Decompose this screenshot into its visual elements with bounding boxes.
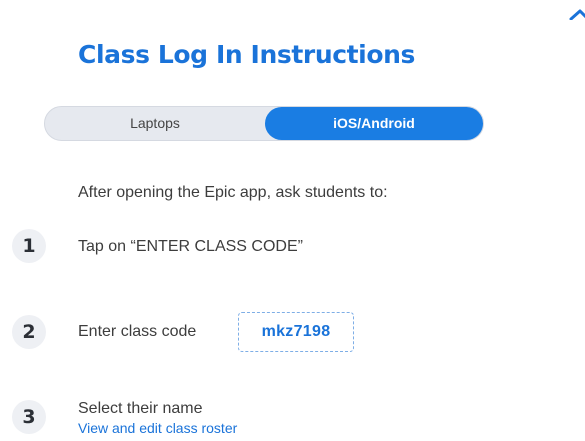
- step-text-1: Tap on “ENTER CLASS CODE”: [78, 238, 303, 255]
- tab-ios-android[interactable]: iOS/Android: [265, 107, 483, 140]
- step-number-3: 3: [12, 400, 46, 434]
- class-code-box[interactable]: mkz7198: [238, 312, 354, 352]
- chevron-up-icon[interactable]: [568, 6, 585, 20]
- step-number-1: 1: [12, 229, 46, 263]
- page-title: Class Log In Instructions: [78, 40, 416, 69]
- step-number-2: 2: [12, 315, 46, 349]
- step-text-3: Select their name: [78, 400, 203, 417]
- instructions-intro: After opening the Epic app, ask students…: [78, 184, 388, 201]
- step-text-2: Enter class code: [78, 323, 197, 340]
- device-toggle: Laptops iOS/Android: [44, 106, 484, 141]
- tab-laptops[interactable]: Laptops: [45, 107, 265, 140]
- view-edit-roster-link[interactable]: View and edit class roster: [78, 420, 237, 436]
